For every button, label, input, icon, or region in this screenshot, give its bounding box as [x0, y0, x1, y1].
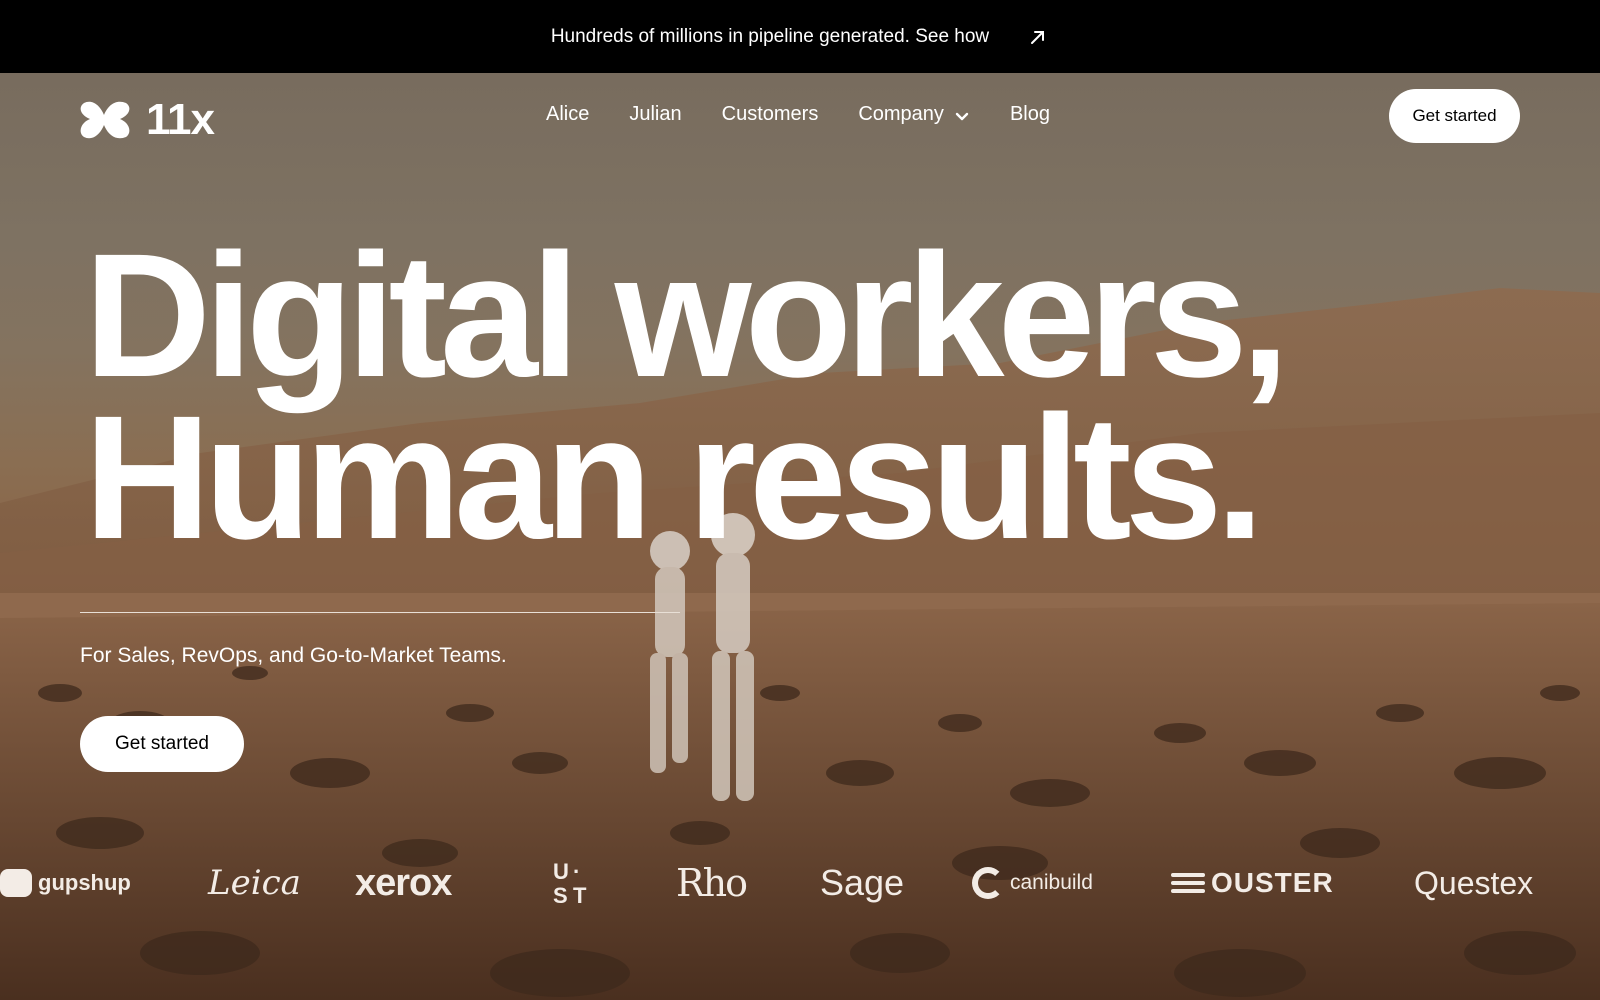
nav-item-company[interactable]: Company: [858, 103, 970, 126]
customer-logo-ust: U · S T: [553, 843, 593, 923]
11x-logo-icon: [80, 101, 130, 139]
hero-subtitle: For Sales, RevOps, and Go-to-Market Team…: [80, 644, 507, 667]
nav-item-label: Company: [858, 103, 944, 125]
hero-section: 11x Alice Julian Customers Company Blog …: [0, 73, 1600, 1000]
headline-line-2: Human results.: [84, 380, 1264, 576]
customer-logo-leica: Leica: [208, 863, 301, 903]
nav-item-julian[interactable]: Julian: [629, 103, 681, 126]
nav-item-label: Blog: [1009, 103, 1050, 125]
nav-item-label: Customers: [721, 103, 819, 125]
arrow-up-right-icon[interactable]: [1027, 26, 1049, 48]
main-nav: Alice Julian Customers Company Blog: [546, 103, 1050, 126]
customer-logo-sage: Sage: [820, 862, 905, 903]
customer-logo-ouster: OUSTER: [1171, 843, 1334, 923]
brand-name: 11x: [146, 95, 215, 144]
customer-logo-xerox: xerox: [355, 861, 452, 904]
customer-logo-canibuild: canibuild: [972, 843, 1093, 923]
brand-logo[interactable]: 11x: [80, 95, 215, 145]
hero-divider: [80, 612, 680, 613]
canibuild-c-icon: [972, 867, 1004, 899]
get-started-hero-button[interactable]: Get started: [80, 716, 244, 772]
ust-logo-mark: U · S T: [553, 859, 587, 908]
nav-item-customers[interactable]: Customers: [722, 103, 819, 126]
gupshup-bubble-icon: [0, 869, 32, 897]
nav-item-label: Julian: [629, 103, 682, 125]
ouster-bars-icon: [1171, 873, 1205, 893]
get-started-nav-button[interactable]: Get started: [1389, 89, 1520, 143]
nav-item-alice[interactable]: Alice: [546, 103, 589, 126]
announcement-text[interactable]: Hundreds of millions in pipeline generat…: [551, 26, 989, 48]
chevron-down-icon: [955, 112, 969, 121]
hero-headline: Digital workers, Human results.: [84, 218, 1290, 576]
customer-logo-rho: Rho: [676, 861, 748, 905]
nav-item-blog[interactable]: Blog: [1010, 103, 1050, 126]
announcement-bar[interactable]: Hundreds of millions in pipeline generat…: [0, 0, 1600, 73]
customer-logo-strip: gupshup Leica xerox U · S T Rho Sage canibu…: [0, 843, 1600, 923]
nav-item-label: Alice: [546, 103, 590, 125]
customer-logo-questex: Questex: [1414, 864, 1534, 901]
customer-logo-gupshup: gupshup: [0, 843, 131, 923]
headline-line-1: Digital workers,: [84, 218, 1290, 414]
